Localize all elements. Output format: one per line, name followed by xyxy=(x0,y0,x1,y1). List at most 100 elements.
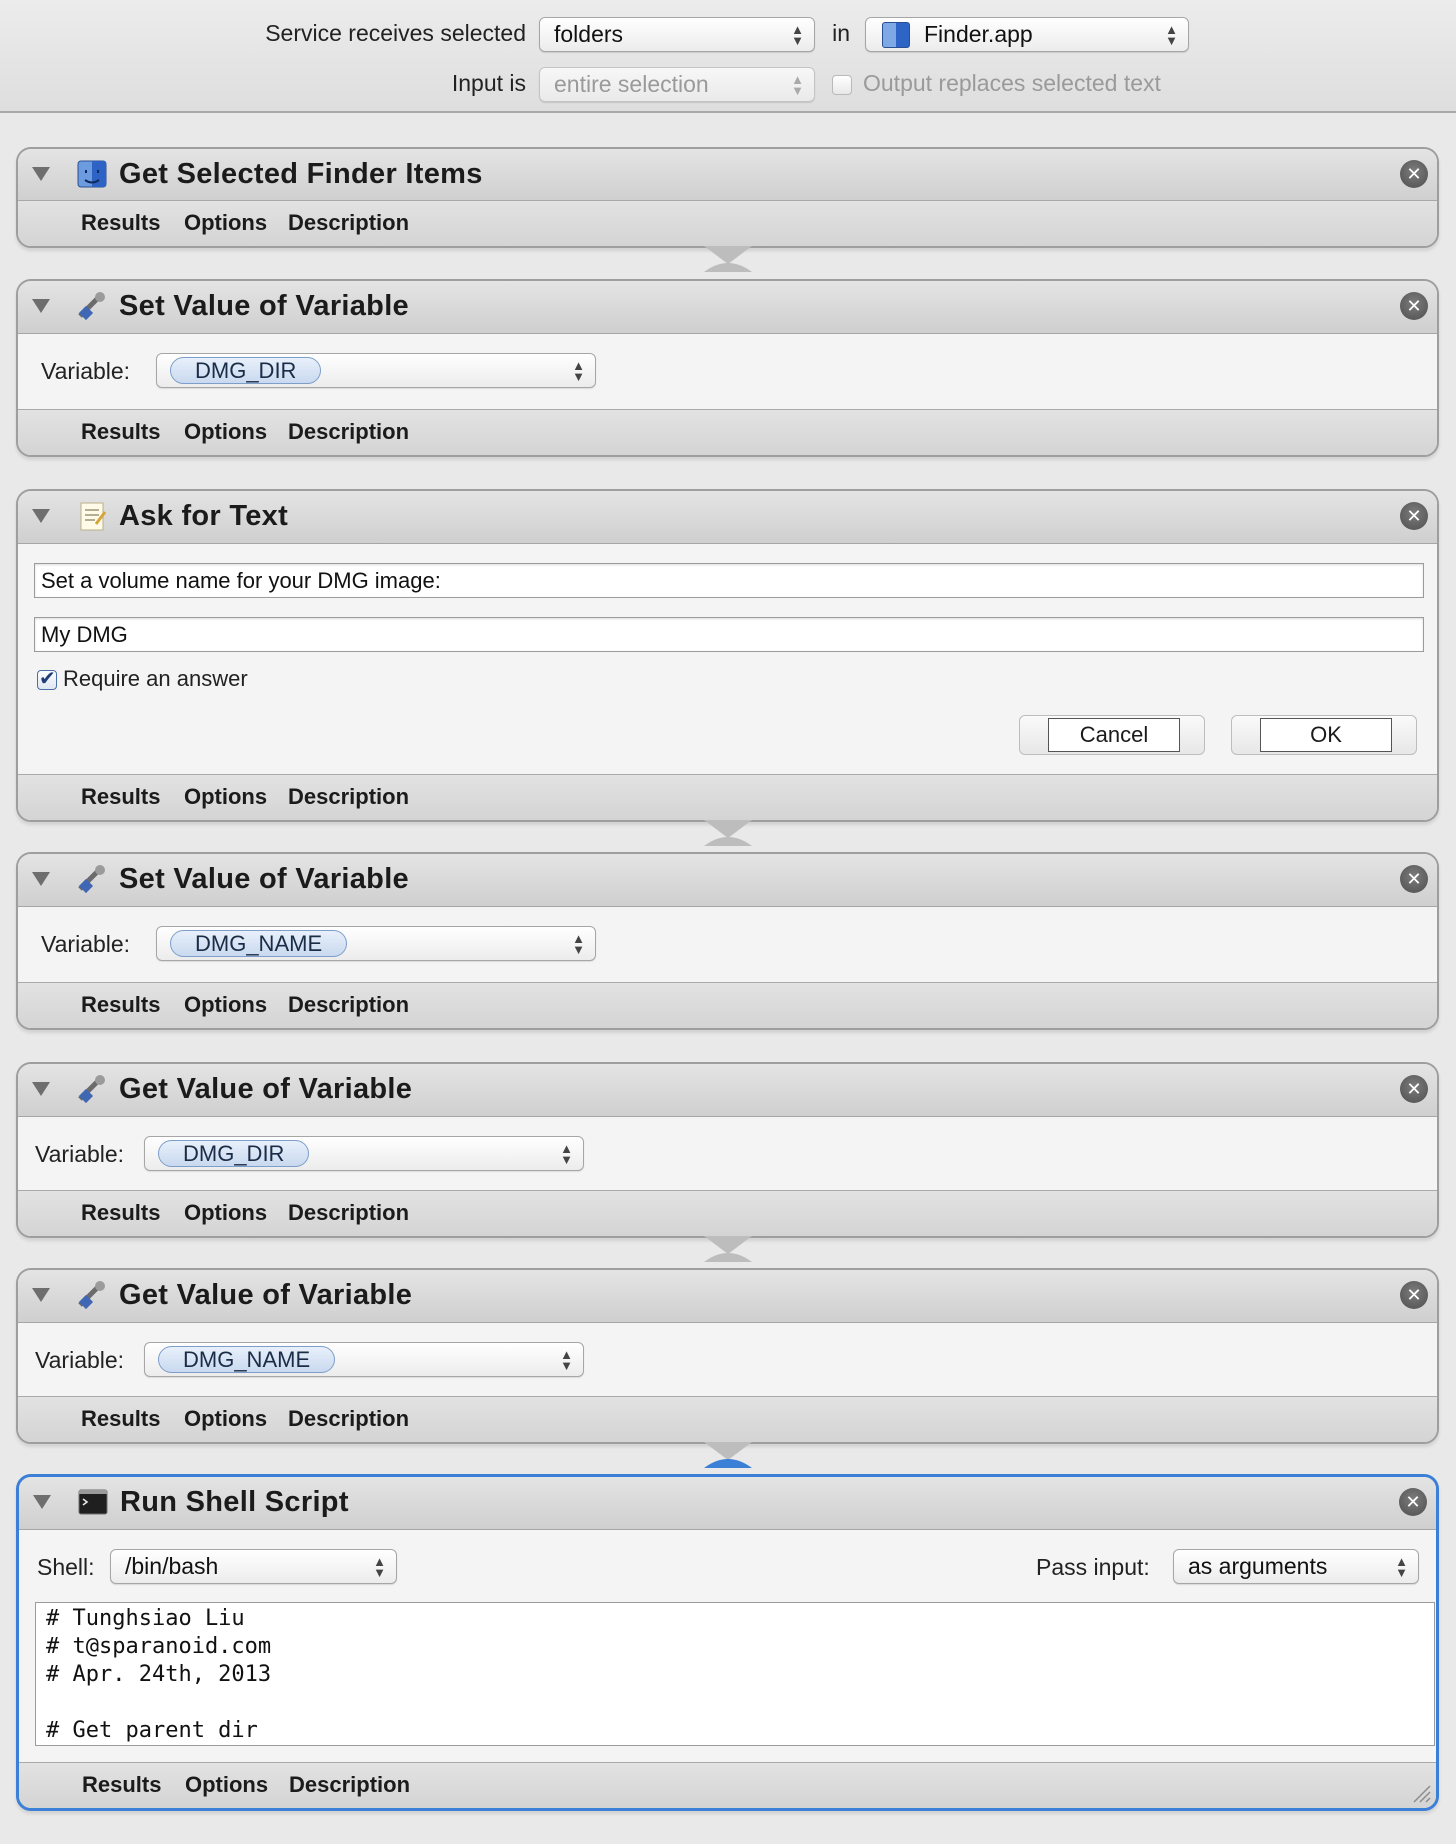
question-field[interactable]: Set a volume name for your DMG image: xyxy=(34,563,1424,598)
variable-popup[interactable]: DMG_DIR ▲ ▼ xyxy=(156,353,596,388)
results-tab[interactable]: Results xyxy=(81,1200,160,1226)
disclosure-triangle-icon[interactable] xyxy=(32,1288,50,1302)
shell-label: Shell: xyxy=(37,1554,95,1580)
popup-arrows-icon: ▲ ▼ xyxy=(1165,21,1178,48)
action-title-bar: Get Selected Finder Items ✕ xyxy=(18,149,1437,202)
description-tab[interactable]: Description xyxy=(288,784,409,810)
pass-input-popup[interactable]: as arguments ▲ ▼ xyxy=(1173,1549,1419,1584)
results-tab[interactable]: Results xyxy=(82,1772,161,1798)
action-get-value-of-variable[interactable]: Get Value of Variable ✕ Variable: DMG_NA… xyxy=(16,1268,1439,1444)
pass-input-label: Pass input: xyxy=(1036,1554,1150,1580)
output-replaces-label: Output replaces selected text xyxy=(863,70,1161,96)
close-icon[interactable]: ✕ xyxy=(1400,1075,1428,1103)
script-editor[interactable]: # Tunghsiao Liu # t@sparanoid.com # Apr.… xyxy=(35,1602,1435,1746)
variable-token: DMG_DIR xyxy=(170,357,322,384)
service-header: Service receives selected folders ▲ ▼ in … xyxy=(0,0,1456,113)
action-set-value-of-variable[interactable]: Set Value of Variable ✕ Variable: DMG_NA… xyxy=(16,852,1439,1030)
close-icon[interactable]: ✕ xyxy=(1400,502,1428,530)
action-footer: Results Options Description xyxy=(18,1190,1437,1236)
script-line: # Get parent dir xyxy=(46,1718,258,1743)
disclosure-triangle-icon[interactable] xyxy=(33,1495,51,1509)
close-icon[interactable]: ✕ xyxy=(1400,865,1428,893)
results-tab[interactable]: Results xyxy=(81,1406,160,1432)
action-ask-for-text[interactable]: Ask for Text ✕ Set a volume name for you… xyxy=(16,489,1439,822)
options-tab[interactable]: Options xyxy=(184,1200,267,1226)
action-footer: Results Options Description xyxy=(18,982,1437,1028)
description-tab[interactable]: Description xyxy=(288,419,409,445)
input-is-label: Input is xyxy=(451,70,526,96)
ok-button-label: OK xyxy=(1260,718,1392,752)
output-replaces-checkbox[interactable] xyxy=(832,75,852,95)
variable-label: Variable: xyxy=(41,358,131,384)
variable-popup[interactable]: DMG_DIR ▲ ▼ xyxy=(144,1136,584,1171)
options-tab[interactable]: Options xyxy=(185,1772,268,1798)
variable-label: Variable: xyxy=(41,931,131,957)
action-run-shell-script[interactable]: Run Shell Script ✕ Shell: /bin/bash ▲ ▼ P… xyxy=(16,1474,1439,1811)
disclosure-triangle-icon[interactable] xyxy=(32,1082,50,1096)
action-title-bar: Set Value of Variable ✕ xyxy=(18,281,1437,334)
variable-popup[interactable]: DMG_NAME ▲ ▼ xyxy=(156,926,596,961)
require-answer-checkbox[interactable] xyxy=(37,666,57,691)
options-tab[interactable]: Options xyxy=(184,419,267,445)
app-popup[interactable]: Finder.app ▲ ▼ xyxy=(865,17,1189,52)
description-tab[interactable]: Description xyxy=(288,1200,409,1226)
options-tab[interactable]: Options xyxy=(184,210,267,236)
ok-button[interactable]: OK xyxy=(1231,715,1417,755)
action-footer: Results Options Description xyxy=(18,200,1437,246)
disclosure-triangle-icon[interactable] xyxy=(32,872,50,886)
options-tab[interactable]: Options xyxy=(184,784,267,810)
receives-label: Service receives selected xyxy=(265,20,526,46)
results-tab[interactable]: Results xyxy=(81,992,160,1018)
automator-workflow: Service receives selected folders ▲ ▼ in … xyxy=(0,0,1456,1844)
default-answer-field[interactable]: My DMG xyxy=(34,617,1424,652)
disclosure-triangle-icon[interactable] xyxy=(32,299,50,313)
action-title-bar: Ask for Text ✕ xyxy=(18,491,1437,544)
cancel-button[interactable]: Cancel xyxy=(1019,715,1205,755)
input-is-popup[interactable]: entire selection ▲ ▼ xyxy=(539,67,815,102)
action-title-bar: Set Value of Variable ✕ xyxy=(18,854,1437,907)
options-tab[interactable]: Options xyxy=(184,992,267,1018)
action-title-bar: Run Shell Script ✕ xyxy=(19,1477,1436,1530)
action-footer: Results Options Description xyxy=(18,1396,1437,1442)
action-get-selected-finder-items[interactable]: Get Selected Finder Items ✕ Results Opti… xyxy=(16,147,1439,248)
shell-popup[interactable]: /bin/bash ▲ ▼ xyxy=(110,1549,397,1584)
variable-icon xyxy=(78,1281,105,1310)
close-icon[interactable]: ✕ xyxy=(1400,1281,1428,1309)
action-title: Set Value of Variable xyxy=(119,290,409,322)
variable-token: DMG_NAME xyxy=(170,930,348,957)
close-icon[interactable]: ✕ xyxy=(1399,1488,1427,1516)
disclosure-triangle-icon[interactable] xyxy=(32,167,50,181)
popup-arrows-icon: ▲ ▼ xyxy=(560,1346,573,1373)
popup-arrows-icon: ▲ ▼ xyxy=(791,71,804,98)
script-line xyxy=(46,1689,1424,1717)
action-connector-icon xyxy=(704,246,752,272)
popup-arrows-icon: ▲ ▼ xyxy=(1395,1553,1408,1580)
app-value: Finder.app xyxy=(924,21,1033,47)
close-icon[interactable]: ✕ xyxy=(1400,160,1428,188)
variable-icon xyxy=(78,865,105,894)
options-tab[interactable]: Options xyxy=(184,1406,267,1432)
finder-icon xyxy=(882,22,910,48)
receives-type-popup[interactable]: folders ▲ ▼ xyxy=(539,17,815,52)
description-tab[interactable]: Description xyxy=(289,1772,410,1798)
description-tab[interactable]: Description xyxy=(288,210,409,236)
resize-grip-icon[interactable] xyxy=(1410,1782,1432,1804)
require-answer-label: Require an answer xyxy=(63,666,248,691)
script-line: # Tunghsiao Liu xyxy=(46,1606,245,1631)
action-title-bar: Get Value of Variable ✕ xyxy=(18,1270,1437,1323)
disclosure-triangle-icon[interactable] xyxy=(32,509,50,523)
variable-label: Variable: xyxy=(35,1347,125,1373)
variable-label: Variable: xyxy=(35,1141,125,1167)
description-tab[interactable]: Description xyxy=(288,992,409,1018)
results-tab[interactable]: Results xyxy=(81,210,160,236)
action-title: Get Value of Variable xyxy=(119,1279,413,1311)
results-tab[interactable]: Results xyxy=(81,419,160,445)
variable-popup[interactable]: DMG_NAME ▲ ▼ xyxy=(144,1342,584,1377)
close-icon[interactable]: ✕ xyxy=(1400,292,1428,320)
action-get-value-of-variable[interactable]: Get Value of Variable ✕ Variable: DMG_DI… xyxy=(16,1062,1439,1238)
action-connector-icon xyxy=(704,1442,752,1468)
action-set-value-of-variable[interactable]: Set Value of Variable ✕ Variable: DMG_DI… xyxy=(16,279,1439,457)
description-tab[interactable]: Description xyxy=(288,1406,409,1432)
shell-value: /bin/bash xyxy=(125,1553,219,1579)
results-tab[interactable]: Results xyxy=(81,784,160,810)
